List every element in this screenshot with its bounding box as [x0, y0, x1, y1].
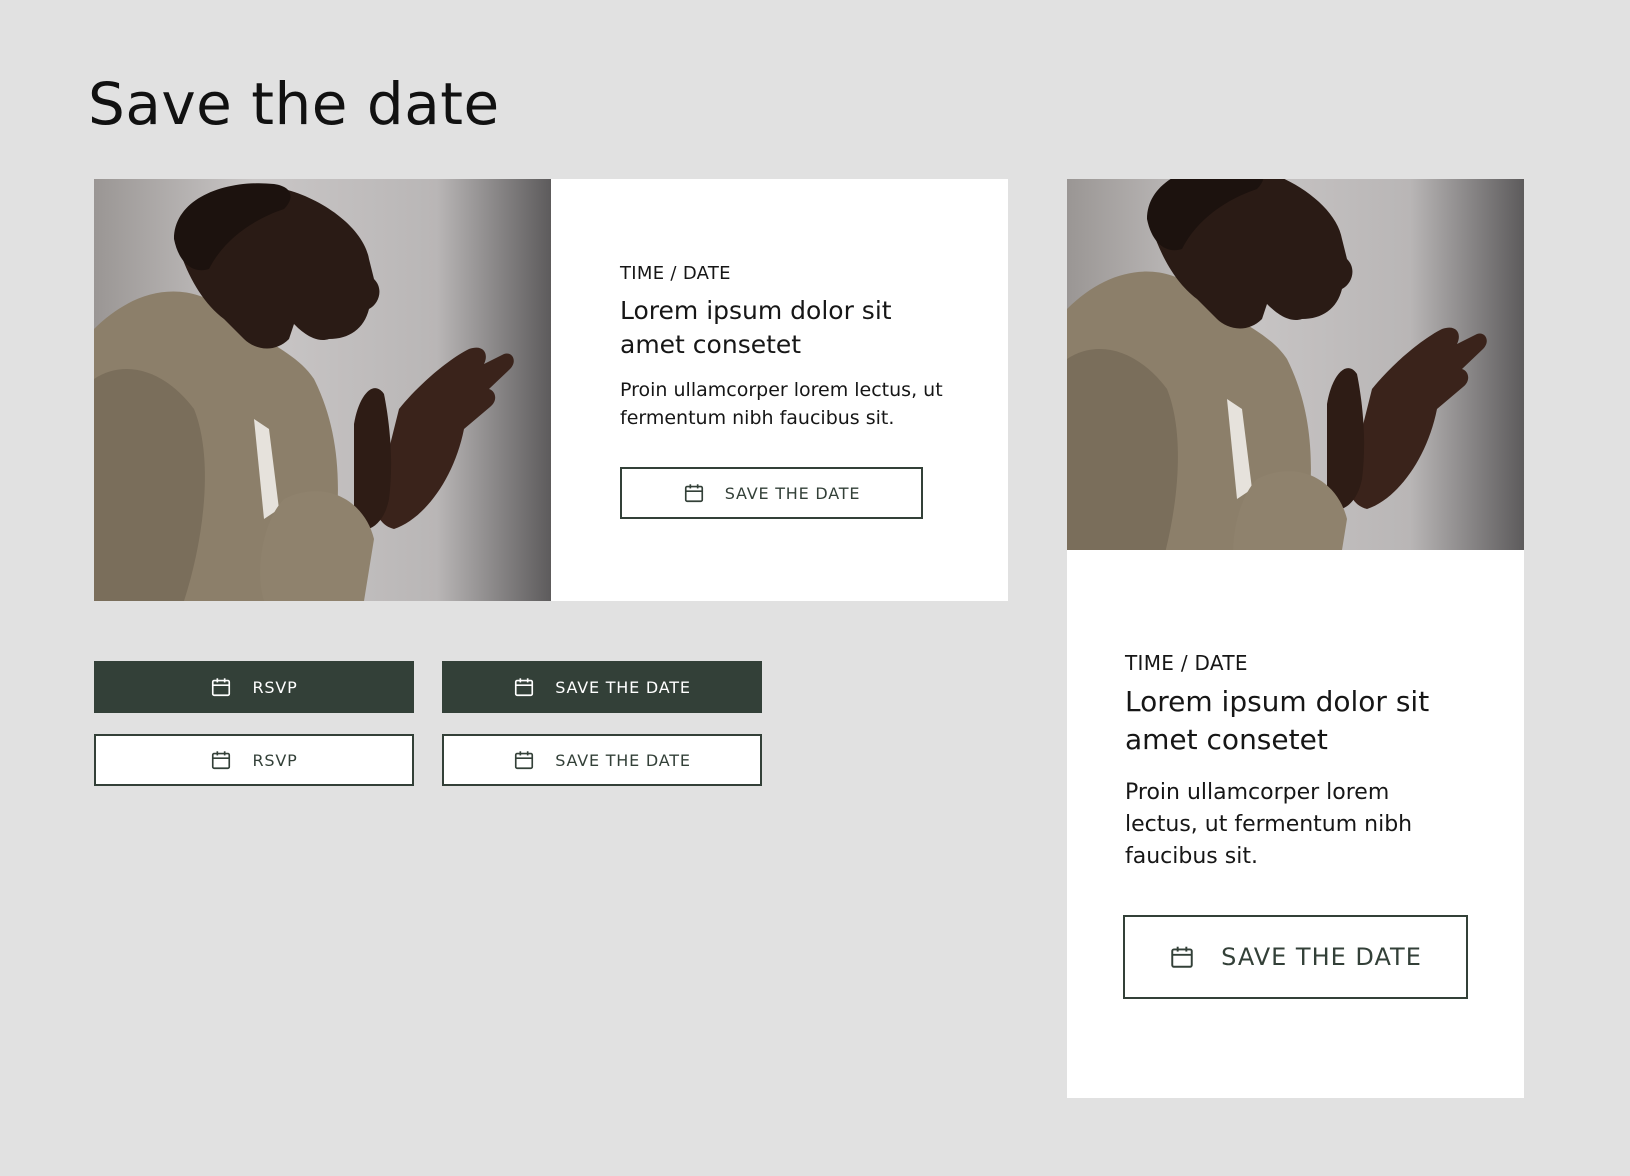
- card-eyebrow: TIME / DATE: [620, 263, 731, 284]
- card-content: TIME / DATE Lorem ipsum dolor sit amet c…: [1125, 651, 1465, 873]
- card-headline: Lorem ipsum dolor sit amet consetet: [620, 296, 892, 359]
- card-headline: Lorem ipsum dolor sit amet consetet: [1125, 685, 1430, 756]
- card-content: TIME / DATE Lorem ipsum dolor sit amet c…: [620, 263, 950, 432]
- calendar-icon: [210, 749, 232, 771]
- portrait-photo: [94, 179, 551, 601]
- page-title: Save the date: [88, 70, 500, 138]
- card-body: Proin ullamcorper lorem lectus, ut ferme…: [620, 379, 943, 429]
- calendar-icon: [513, 749, 535, 771]
- rsvp-button-outline[interactable]: RSVP: [94, 734, 414, 786]
- calendar-icon: [1169, 944, 1195, 970]
- save-the-date-button[interactable]: SAVE THE DATE: [620, 467, 923, 519]
- calendar-icon: [513, 676, 535, 698]
- card-eyebrow: TIME / DATE: [1125, 651, 1248, 675]
- calendar-icon: [210, 676, 232, 698]
- save-the-date-button-solid[interactable]: SAVE THE DATE: [442, 661, 762, 713]
- button-label: SAVE THE DATE: [555, 750, 691, 770]
- button-label: SAVE THE DATE: [1221, 943, 1422, 971]
- button-label: SAVE THE DATE: [555, 677, 691, 697]
- save-the-date-button-outline[interactable]: SAVE THE DATE: [442, 734, 762, 786]
- button-label: SAVE THE DATE: [724, 483, 861, 503]
- portrait-photo: [1067, 179, 1524, 550]
- button-label: RSVP: [252, 750, 298, 770]
- button-label: RSVP: [252, 677, 298, 697]
- card-body: Proin ullamcorper lorem lectus, ut ferme…: [1125, 780, 1413, 869]
- vertical-event-card: TIME / DATE Lorem ipsum dolor sit amet c…: [1067, 179, 1524, 1098]
- rsvp-button-solid[interactable]: RSVP: [94, 661, 414, 713]
- calendar-icon: [683, 482, 705, 504]
- horizontal-event-card: TIME / DATE Lorem ipsum dolor sit amet c…: [94, 179, 1008, 601]
- save-the-date-button[interactable]: SAVE THE DATE: [1123, 915, 1468, 999]
